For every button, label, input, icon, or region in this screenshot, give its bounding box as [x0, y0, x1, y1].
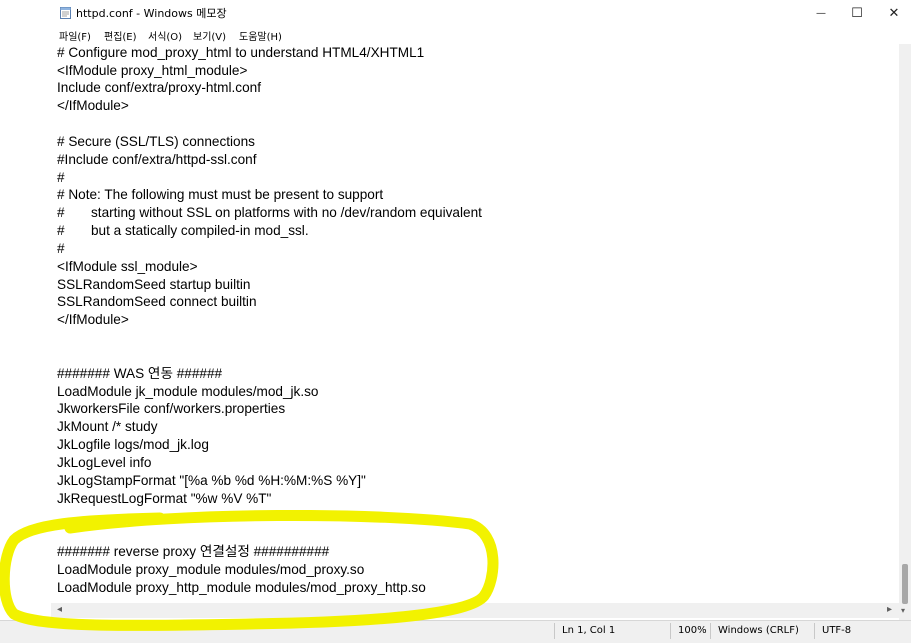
text-editor[interactable]: # Configure mod_proxy_html to understand…	[51, 44, 899, 602]
minimize-button[interactable]: —	[804, 0, 838, 26]
editor-line: # starting without SSL on platforms with…	[57, 205, 482, 220]
notepad-icon	[60, 7, 71, 19]
editor-line: # Note: The following must must be prese…	[57, 187, 384, 202]
menu-bar: 파일(F) 편집(E) 서식(O) 보기(V) 도움말(H)	[0, 26, 911, 44]
editor-line: ####### WAS 연동 ######	[57, 366, 223, 381]
editor-line: #	[57, 170, 65, 185]
scroll-left-icon[interactable]: ◂	[57, 604, 62, 615]
status-position: Ln 1, Col 1	[562, 625, 616, 636]
editor-line: #Include conf/extra/httpd-ssl.conf	[57, 152, 257, 167]
editor-line: LoadModule jk_module modules/mod_jk.so	[57, 384, 319, 399]
editor-line: ####### reverse proxy 연결설정 ##########	[57, 544, 330, 559]
editor-line: JkMount /* study	[57, 419, 158, 434]
editor-line: JkworkersFile conf/workers.properties	[57, 401, 286, 416]
status-line-ending: Windows (CRLF)	[718, 625, 799, 636]
status-divider	[814, 623, 815, 639]
editor-line: <IfModule ssl_module>	[57, 259, 198, 274]
menu-format[interactable]: 서식(O)	[148, 28, 182, 43]
window-title: httpd.conf - Windows 메모장	[76, 7, 227, 20]
menu-help[interactable]: 도움말(H)	[239, 28, 282, 43]
editor-line: # Secure (SSL/TLS) connections	[57, 134, 255, 149]
close-button[interactable]: ✕	[877, 0, 911, 26]
editor-line: </IfModule>	[57, 312, 129, 327]
status-divider	[554, 623, 555, 639]
horizontal-scrollbar[interactable]: ◂ ▸	[51, 603, 899, 618]
vertical-scrollbar[interactable]: ▾	[899, 44, 911, 620]
scroll-right-icon[interactable]: ▸	[887, 604, 892, 615]
editor-line: JkLogfile logs/mod_jk.log	[57, 437, 209, 452]
status-divider	[670, 623, 671, 639]
editor-line: # but a statically compiled-in mod_ssl.	[57, 223, 309, 238]
vertical-scroll-thumb[interactable]	[902, 564, 908, 604]
editor-line: JkLogStampFormat "[%a %b %d %H:%M:%S %Y]…	[57, 473, 366, 488]
editor-line: SSLRandomSeed connect builtin	[57, 294, 257, 309]
status-bar: Ln 1, Col 1 100% Windows (CRLF) UTF-8	[0, 620, 911, 643]
editor-line: JkLogLevel info	[57, 455, 152, 470]
status-zoom: 100%	[678, 625, 707, 636]
editor-line: # Configure mod_proxy_html to understand…	[57, 45, 425, 60]
title-bar: httpd.conf - Windows 메모장 — ☐ ✕	[0, 0, 911, 26]
editor-line: LoadModule proxy_http_module modules/mod…	[57, 580, 426, 595]
menu-view[interactable]: 보기(V)	[193, 28, 226, 43]
editor-line: JkRequestLogFormat "%w %V %T"	[57, 491, 272, 506]
menu-file[interactable]: 파일(F)	[59, 28, 91, 43]
status-divider	[710, 623, 711, 639]
editor-line: </IfModule>	[57, 98, 129, 113]
editor-line: <IfModule proxy_html_module>	[57, 63, 248, 78]
editor-line: LoadModule proxy_module modules/mod_prox…	[57, 562, 365, 577]
status-encoding: UTF-8	[822, 625, 852, 636]
editor-line: Include conf/extra/proxy-html.conf	[57, 80, 261, 95]
scroll-down-icon[interactable]: ▾	[901, 606, 905, 615]
menu-edit[interactable]: 편집(E)	[104, 28, 137, 43]
minimize-icon: —	[816, 7, 826, 19]
editor-line: SSLRandomSeed startup builtin	[57, 277, 251, 292]
editor-line: #	[57, 241, 65, 256]
close-icon: ✕	[888, 5, 900, 21]
maximize-button[interactable]: ☐	[840, 0, 874, 26]
maximize-icon: ☐	[851, 5, 863, 21]
